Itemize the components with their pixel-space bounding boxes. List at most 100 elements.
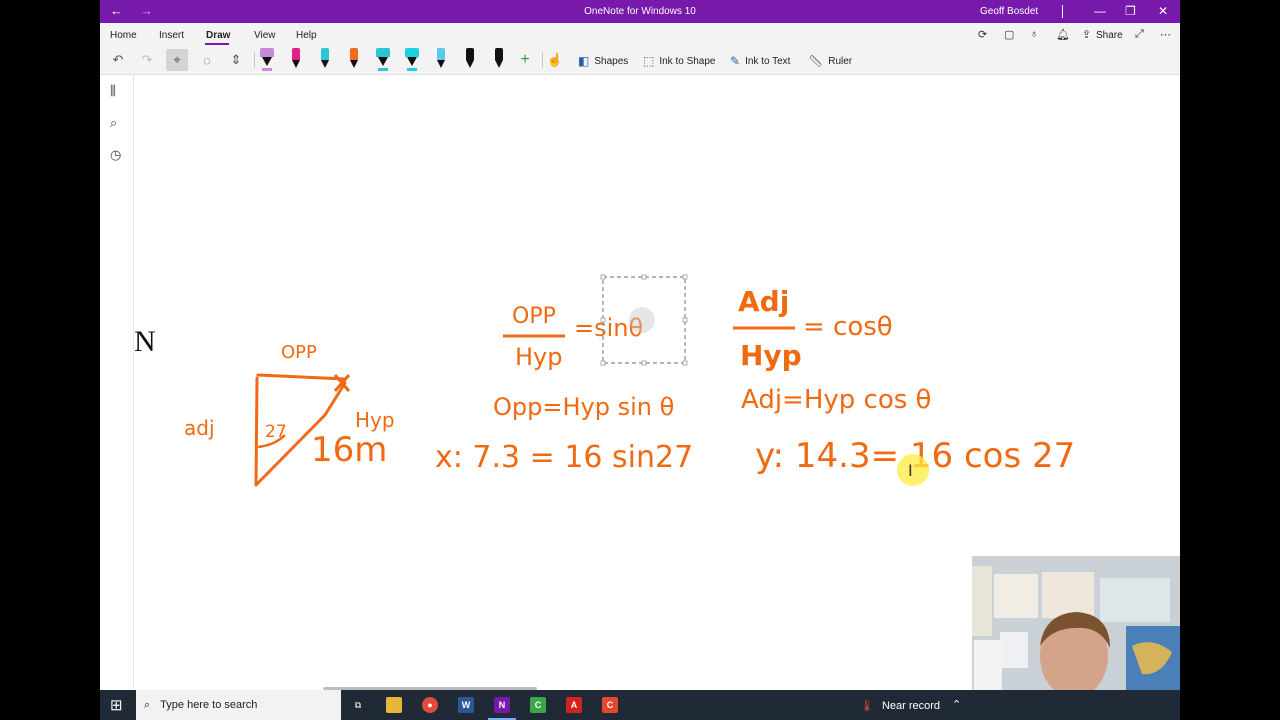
ink-hyp-denominator: Hyp — [515, 343, 562, 371]
pen-color-bar — [407, 68, 417, 71]
onenote-window: ← → OneNote for Windows 10 Geoff Bosdet … — [100, 0, 1180, 720]
pen-color-bar — [378, 68, 388, 71]
pen-icon[interactable] — [318, 48, 332, 72]
recorder-icon[interactable]: C — [602, 697, 618, 713]
tab-home[interactable]: Home — [110, 30, 137, 41]
undo-icon[interactable]: ↶ — [107, 49, 129, 71]
pen-color-swatch — [405, 48, 419, 57]
ink-triangle-adj: adj — [184, 416, 215, 440]
pen-color-swatch — [350, 48, 358, 60]
shapes-button[interactable]: ◧ Shapes — [578, 54, 628, 68]
camtasia-icon[interactable]: C — [530, 697, 546, 713]
recent-clock-icon[interactable]: ◷ — [110, 147, 121, 163]
pen-tip — [350, 60, 358, 68]
toolbar-separator — [254, 52, 255, 68]
pen-tip — [321, 60, 329, 68]
weather-widget[interactable]: 🌡︎ Near record — [860, 699, 941, 713]
more-icon[interactable]: ⋯ — [1160, 28, 1171, 41]
thermometer-icon: 🌡︎ — [860, 700, 874, 712]
pen-color-swatch — [292, 48, 300, 60]
ink-adj-numerator: Adj — [738, 285, 789, 318]
tab-view[interactable]: View — [254, 30, 276, 41]
title-bar: ← → OneNote for Windows 10 Geoff Bosdet … — [100, 0, 1180, 23]
close-icon[interactable]: ✕ — [1158, 4, 1168, 18]
word-icon[interactable]: W — [458, 697, 474, 713]
eraser-lasso-icon[interactable]: ◌ — [196, 49, 218, 71]
ink-triangle-opp: OPP — [281, 342, 317, 363]
pen-tip — [407, 57, 417, 66]
ink-eq-adj: Adj=Hyp cos θ — [741, 385, 931, 415]
ruler-button[interactable]: 📏︎ Ruler — [808, 54, 852, 68]
pen-icon[interactable] — [289, 48, 303, 72]
ink-to-shape-label: Ink to Shape — [659, 55, 716, 67]
sync-icon[interactable]: ⟳ — [978, 28, 987, 41]
ink-to-text-label: Ink to Text — [745, 55, 791, 67]
ink-triangle-angle: 27 — [265, 422, 287, 442]
ink-to-text-button[interactable]: ✎ Ink to Text — [730, 54, 790, 68]
pen-icon[interactable] — [434, 48, 448, 72]
ink-hyp-denominator-2: Hyp — [740, 339, 802, 372]
pen-color-swatch — [437, 48, 445, 60]
touch-draw-icon[interactable]: ☝ — [544, 49, 566, 71]
add-pen-icon[interactable]: + — [514, 49, 536, 71]
pen-tip — [378, 57, 388, 66]
bell-icon[interactable]: 🔔︎ — [1056, 28, 1070, 41]
ink-triangle-length: 16m — [311, 430, 387, 470]
tab-help[interactable]: Help — [296, 30, 317, 41]
redo-icon[interactable]: ↷ — [136, 49, 158, 71]
lightbulb-icon[interactable]: ♁ — [1030, 28, 1038, 40]
text-cursor-icon: I — [908, 461, 913, 480]
ink-triangle-hyp: Hyp — [355, 408, 395, 432]
chrome-icon[interactable]: ● — [422, 697, 438, 713]
share-button[interactable]: Share — [1096, 30, 1123, 41]
acrobat-icon[interactable]: A — [566, 697, 582, 713]
ink-to-shape-button[interactable]: ⬚ Ink to Shape — [643, 54, 716, 68]
pen-color-swatch — [495, 48, 503, 60]
windows-start-icon[interactable]: ⊞ — [110, 696, 123, 714]
draw-toolbar: ↶ ↷ ⌖ ◌ ⇕ + ☝ ◧ Shapes ⬚ Ink to Shape ✎ … — [100, 45, 1180, 75]
pen-color-swatch — [376, 48, 390, 57]
tray-chevron-icon[interactable]: ⌃ — [952, 698, 961, 711]
selection-highlight — [629, 307, 655, 333]
user-name[interactable]: Geoff Bosdet — [980, 6, 1038, 17]
search-icon: ⌕ — [144, 698, 151, 711]
tab-draw[interactable]: Draw — [206, 30, 230, 41]
ink-cos-theta: = cosθ — [803, 312, 893, 342]
pen-tip — [437, 60, 445, 68]
highlighter-icon[interactable] — [405, 48, 419, 72]
highlighter-icon[interactable] — [376, 48, 390, 72]
notebooks-icon[interactable]: ⫼ — [110, 83, 116, 99]
page-icon[interactable]: ▢ — [1004, 28, 1014, 41]
pen-color-swatch — [260, 48, 274, 57]
pen-icon[interactable] — [463, 48, 477, 72]
weather-label: Near record — [881, 699, 941, 712]
lasso-select-icon[interactable]: ⌖ — [166, 49, 188, 71]
share-icon[interactable]: ⇪ — [1082, 28, 1091, 41]
taskbar-search[interactable]: ⌕ Type here to search — [136, 690, 341, 720]
pen-icon[interactable] — [347, 48, 361, 72]
search-icon[interactable]: ⌕ — [110, 115, 117, 131]
left-navigation: ⫼ ⌕ ◷ — [100, 75, 134, 690]
tab-insert[interactable]: Insert — [159, 30, 184, 41]
fullscreen-icon[interactable]: ⤢ — [1135, 28, 1144, 41]
minimize-icon[interactable]: — — [1094, 4, 1106, 18]
restore-icon[interactable]: ❐ — [1125, 4, 1136, 18]
shapes-label: Shapes — [594, 55, 629, 67]
file-explorer-icon[interactable] — [386, 697, 402, 713]
ruler-icon: 📏︎ — [808, 54, 824, 68]
ink-eq-opp: Opp=Hyp sin θ — [493, 393, 674, 421]
task-view-icon[interactable]: ⧉ — [350, 697, 366, 713]
ruler-label: Ruler — [828, 55, 853, 67]
pen-color-swatch — [466, 48, 474, 60]
pen-tip — [495, 60, 503, 68]
pen-color-swatch — [321, 48, 329, 60]
pen-tip — [292, 60, 300, 68]
title-separator — [1062, 5, 1063, 18]
add-space-icon[interactable]: ⇕ — [225, 49, 247, 71]
ink-to-text-icon: ✎ — [730, 54, 741, 68]
onenote-icon[interactable]: N — [494, 697, 510, 713]
pen-icon[interactable] — [492, 48, 506, 72]
highlighter-icon[interactable] — [260, 48, 274, 72]
search-placeholder: Type here to search — [160, 699, 258, 711]
pen-tip — [262, 57, 272, 66]
